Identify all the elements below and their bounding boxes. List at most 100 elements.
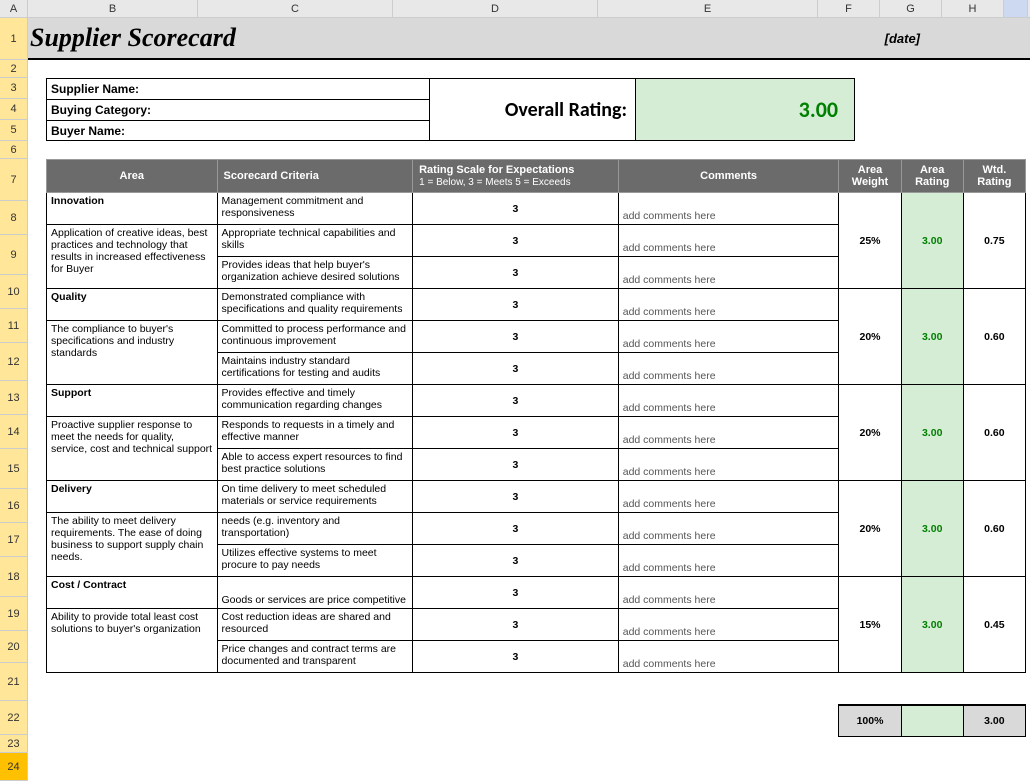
criteria-cell[interactable]: Able to access expert resources to find … [217, 449, 413, 481]
row-header-6[interactable]: 6 [0, 141, 28, 159]
rating-cell[interactable]: 3 [413, 321, 619, 353]
area-weight-cell[interactable]: 20% [839, 289, 901, 385]
comments-cell[interactable]: add comments here [618, 577, 839, 609]
criteria-cell[interactable]: Price changes and contract terms are doc… [217, 641, 413, 673]
row-header-5[interactable]: 5 [0, 120, 28, 141]
comments-cell[interactable]: add comments here [618, 353, 839, 385]
worksheet[interactable]: Supplier Scorecard [date] Supplier Name:… [28, 18, 1030, 737]
area-rating-cell: 3.00 [901, 577, 963, 673]
table-row: DeliveryOn time delivery to meet schedul… [47, 481, 1026, 513]
row-header-7[interactable]: 7 [0, 159, 28, 201]
rating-cell[interactable]: 3 [413, 225, 619, 257]
row-header-2[interactable]: 2 [0, 60, 28, 78]
col-header-A[interactable]: A [0, 0, 28, 17]
criteria-cell[interactable]: Demonstrated compliance with specificati… [217, 289, 413, 321]
col-header-G[interactable]: G [880, 0, 942, 17]
comments-cell[interactable]: add comments here [618, 257, 839, 289]
col-header-C[interactable]: C [198, 0, 393, 17]
criteria-cell[interactable]: Cost reduction ideas are shared and reso… [217, 609, 413, 641]
row-header-16[interactable]: 16 [0, 489, 28, 523]
buyer-name-field[interactable]: Buyer Name: [46, 120, 430, 141]
rating-cell[interactable]: 3 [413, 289, 619, 321]
row-header-15[interactable]: 15 [0, 449, 28, 489]
header-comments: Comments [618, 160, 839, 193]
overall-rating-value: 3.00 [635, 78, 855, 141]
buying-category-field[interactable]: Buying Category: [46, 99, 430, 120]
comments-cell[interactable]: add comments here [618, 289, 839, 321]
criteria-cell[interactable]: Provides effective and timely communicat… [217, 385, 413, 417]
comments-cell[interactable]: add comments here [618, 417, 839, 449]
rating-cell[interactable]: 3 [413, 449, 619, 481]
area-weight-cell[interactable]: 25% [839, 193, 901, 289]
date-placeholder[interactable]: [date] [885, 31, 920, 46]
comments-cell[interactable]: add comments here [618, 225, 839, 257]
col-header-H[interactable]: H [942, 0, 1004, 17]
criteria-cell[interactable]: needs (e.g. inventory and transportation… [217, 513, 413, 545]
row-header-8[interactable]: 8 [0, 201, 28, 235]
col-header-D[interactable]: D [393, 0, 598, 17]
area-name-cell: Delivery [47, 481, 218, 513]
criteria-cell[interactable]: Utilizes effective systems to meet procu… [217, 545, 413, 577]
supplier-name-field[interactable]: Supplier Name: [46, 78, 430, 99]
row-header-12[interactable]: 12 [0, 343, 28, 381]
comments-cell[interactable]: add comments here [618, 545, 839, 577]
row-header-14[interactable]: 14 [0, 415, 28, 449]
criteria-cell[interactable]: Maintains industry standard certificatio… [217, 353, 413, 385]
rating-cell[interactable]: 3 [413, 641, 619, 673]
row-header-9[interactable]: 9 [0, 235, 28, 275]
criteria-cell[interactable]: Management commitment and responsiveness [217, 193, 413, 225]
wtd-rating-cell: 0.60 [963, 481, 1025, 577]
row-header-18[interactable]: 18 [0, 557, 28, 597]
row-header-4[interactable]: 4 [0, 99, 28, 120]
row-header-22[interactable]: 22 [0, 701, 28, 735]
area-weight-cell[interactable]: 15% [839, 577, 901, 673]
criteria-cell[interactable]: Responds to requests in a timely and eff… [217, 417, 413, 449]
comments-cell[interactable]: add comments here [618, 481, 839, 513]
row-header-13[interactable]: 13 [0, 381, 28, 415]
area-weight-cell[interactable]: 20% [839, 481, 901, 577]
comments-cell[interactable]: add comments here [618, 641, 839, 673]
rating-cell[interactable]: 3 [413, 385, 619, 417]
total-area-rating [901, 705, 963, 737]
area-weight-cell[interactable]: 20% [839, 385, 901, 481]
criteria-cell[interactable]: Appropriate technical capabilities and s… [217, 225, 413, 257]
row-header-24[interactable]: 24 [0, 753, 28, 781]
row-header-10[interactable]: 10 [0, 275, 28, 309]
rating-cell[interactable]: 3 [413, 609, 619, 641]
rating-cell[interactable]: 3 [413, 481, 619, 513]
rating-cell[interactable]: 3 [413, 257, 619, 289]
rating-cell[interactable]: 3 [413, 353, 619, 385]
row-header-23[interactable]: 23 [0, 735, 28, 753]
rating-cell[interactable]: 3 [413, 193, 619, 225]
criteria-cell[interactable]: Committed to process performance and con… [217, 321, 413, 353]
col-header-E[interactable]: E [598, 0, 818, 17]
column-headers[interactable]: A B C D E F G H [0, 0, 1030, 18]
criteria-cell[interactable]: On time delivery to meet scheduled mater… [217, 481, 413, 513]
comments-cell[interactable]: add comments here [618, 193, 839, 225]
criteria-cell[interactable]: Provides ideas that help buyer's organiz… [217, 257, 413, 289]
comments-cell[interactable]: add comments here [618, 449, 839, 481]
criteria-cell[interactable]: Goods or services are price competitive [217, 577, 413, 609]
area-rating-cell: 3.00 [901, 385, 963, 481]
rating-cell[interactable]: 3 [413, 545, 619, 577]
rating-cell[interactable]: 3 [413, 417, 619, 449]
wtd-rating-cell: 0.75 [963, 193, 1025, 289]
rating-cell[interactable]: 3 [413, 577, 619, 609]
comments-cell[interactable]: add comments here [618, 609, 839, 641]
row-header-3[interactable]: 3 [0, 78, 28, 99]
row-headers[interactable]: 1 2 3 4 5 6 7 8 9 10 11 12 13 14 15 16 1… [0, 18, 28, 781]
col-header-B[interactable]: B [28, 0, 198, 17]
rating-cell[interactable]: 3 [413, 513, 619, 545]
table-row: InnovationManagement commitment and resp… [47, 193, 1026, 225]
comments-cell[interactable]: add comments here [618, 513, 839, 545]
row-header-19[interactable]: 19 [0, 597, 28, 631]
col-header-F[interactable]: F [818, 0, 880, 17]
comments-cell[interactable]: add comments here [618, 385, 839, 417]
row-header-17[interactable]: 17 [0, 523, 28, 557]
row-header-21[interactable]: 21 [0, 663, 28, 701]
row-header-20[interactable]: 20 [0, 631, 28, 663]
row-header-1[interactable]: 1 [0, 18, 28, 60]
comments-cell[interactable]: add comments here [618, 321, 839, 353]
row-header-11[interactable]: 11 [0, 309, 28, 343]
area-rating-cell: 3.00 [901, 481, 963, 577]
